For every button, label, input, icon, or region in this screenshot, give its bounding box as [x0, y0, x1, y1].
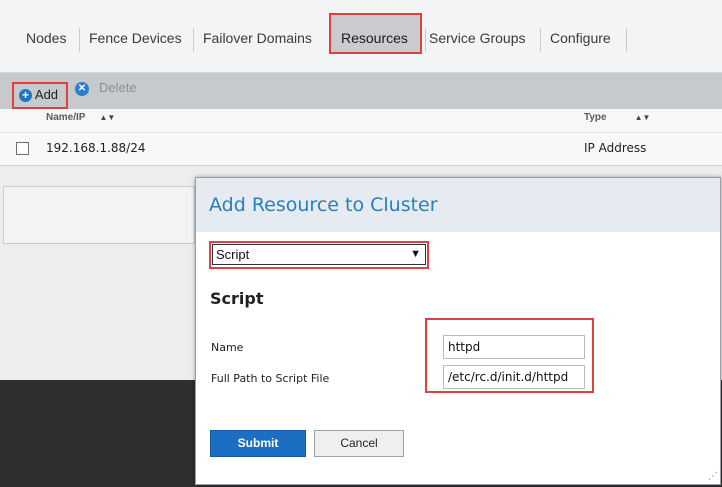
add-label: Add	[34, 87, 59, 102]
dialog-header: Add Resource to Cluster	[196, 178, 720, 232]
section-title: Script	[210, 289, 264, 308]
resize-handle-icon[interactable]: ⋰	[708, 471, 718, 482]
add-resource-dialog: Add Resource to Cluster Script ▼ Script …	[195, 177, 721, 485]
cell-type: IP Address	[584, 141, 647, 155]
background-panel	[3, 186, 195, 244]
x-circle-icon: ✕	[75, 81, 89, 96]
tab-separator	[540, 28, 541, 52]
cancel-button[interactable]: Cancel	[314, 430, 404, 457]
tab-bar: Nodes Fence Devices Failover Domains Res…	[0, 0, 722, 73]
sort-icon: ▲▼	[99, 113, 116, 122]
delete-label: Delete	[99, 80, 137, 95]
sort-icon: ▲▼	[634, 113, 651, 122]
name-input[interactable]: httpd	[443, 335, 585, 359]
cell-name-ip: 192.168.1.88/24	[46, 141, 146, 155]
resource-type-select[interactable]: Script ▼	[212, 244, 426, 265]
tab-resources[interactable]: Resources	[341, 26, 408, 50]
tab-separator	[626, 28, 627, 52]
script-path-label: Full Path to Script File	[211, 372, 330, 385]
chevron-down-icon: ▼	[410, 248, 421, 260]
tab-configure[interactable]: Configure	[550, 26, 611, 50]
delete-button[interactable]: ✕ Delete	[75, 80, 137, 98]
dialog-title: Add Resource to Cluster	[209, 194, 438, 216]
column-header-type[interactable]: Type ▲▼	[584, 112, 650, 123]
name-label: Name	[211, 341, 244, 354]
tab-separator	[79, 28, 80, 52]
plus-circle-icon: +	[19, 89, 32, 103]
resource-type-value: Script	[216, 247, 250, 262]
script-path-input[interactable]: /etc/rc.d/init.d/httpd	[443, 365, 585, 389]
tab-failover-domains[interactable]: Failover Domains	[203, 26, 312, 50]
tab-separator	[193, 28, 194, 52]
column-header-name[interactable]: Name/IP ▲▼	[46, 112, 115, 123]
tab-separator	[425, 28, 426, 52]
tab-fence-devices[interactable]: Fence Devices	[89, 26, 182, 50]
row-checkbox[interactable]	[16, 142, 29, 155]
tab-service-groups[interactable]: Service Groups	[429, 26, 525, 50]
tab-nodes[interactable]: Nodes	[26, 26, 66, 50]
submit-button[interactable]: Submit	[210, 430, 306, 457]
add-button[interactable]: + Add	[19, 87, 58, 105]
